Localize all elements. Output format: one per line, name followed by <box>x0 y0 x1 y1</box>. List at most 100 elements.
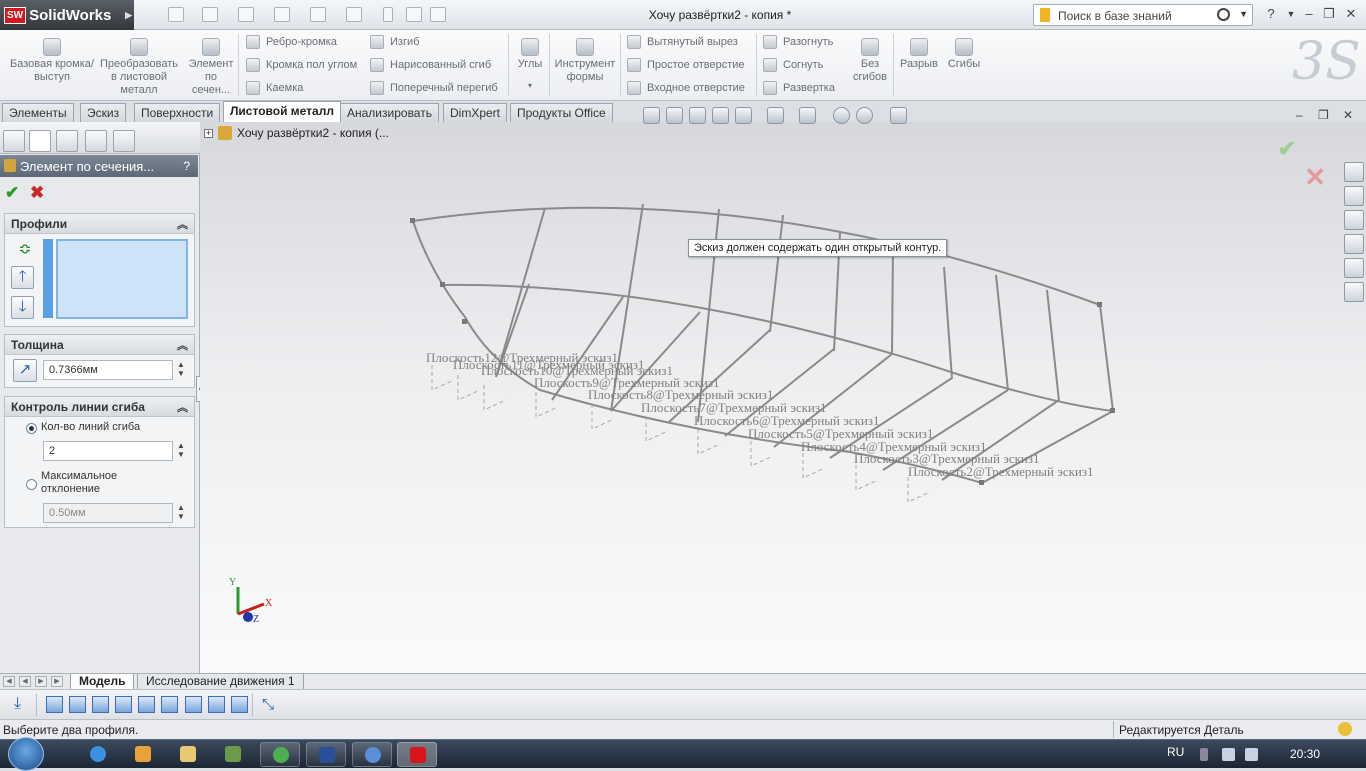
top-view-icon[interactable] <box>138 696 155 713</box>
solidworks-logo[interactable]: SW SolidWorks ▶ <box>0 0 134 30</box>
tab-dimxpert[interactable]: DimXpert <box>443 103 508 122</box>
language-indicator[interactable]: RU <box>1167 745 1184 759</box>
cross-break-button[interactable]: Поперечный перегиб <box>370 79 498 97</box>
previous-view-icon[interactable] <box>689 107 706 124</box>
solidworks-resources-icon[interactable] <box>1344 162 1364 182</box>
dimxpert-manager-tab-icon[interactable] <box>85 130 107 152</box>
plane-label[interactable]: Плоскость2@Трехмерный эскиз1 <box>908 464 1094 479</box>
flatten-button[interactable]: Развертка <box>763 79 835 97</box>
print-icon[interactable] <box>274 7 290 22</box>
cancel-button[interactable]: ✖ <box>30 183 44 203</box>
isometric-view-icon[interactable] <box>185 696 202 713</box>
simple-hole-button[interactable]: Простое отверстие <box>627 56 745 74</box>
miter-flange-button[interactable]: Кромка пол углом <box>246 56 357 74</box>
move-down-button[interactable]: 🡓 <box>11 296 34 319</box>
appearances-icon[interactable] <box>1344 258 1364 278</box>
bottom-view-icon[interactable] <box>161 696 178 713</box>
corners-dropdown-icon[interactable]: ▾ <box>513 79 547 92</box>
undo-icon[interactable] <box>310 7 326 22</box>
confirm-corner-ok-icon[interactable]: ✔ <box>1278 136 1296 162</box>
confirm-corner-cancel-icon[interactable]: ✕ <box>1304 162 1326 193</box>
sketch-point[interactable] <box>462 319 467 324</box>
sketch-point[interactable] <box>979 480 984 485</box>
file-properties-icon[interactable] <box>406 7 422 22</box>
sketch-point[interactable] <box>1097 302 1102 307</box>
thickness-input[interactable]: 0.7366мм <box>43 360 173 380</box>
tray-expand-icon[interactable] <box>1200 748 1208 761</box>
normal-to-icon[interactable]: ⤓ <box>14 695 32 715</box>
collapse-chevron-icon[interactable]: ︽ <box>177 337 188 353</box>
trimetric-view-icon[interactable] <box>208 696 225 713</box>
restore-button[interactable]: ❐ <box>1320 6 1338 22</box>
rebuild-status-icon[interactable] <box>1338 722 1352 736</box>
edit-appearance-icon[interactable] <box>833 107 850 124</box>
hide-show-items-icon[interactable] <box>799 107 816 124</box>
hem-button[interactable]: Каемка <box>246 79 303 97</box>
pm-help-button[interactable]: ? <box>183 159 190 173</box>
save-icon[interactable] <box>238 7 254 22</box>
prev-tab-icon[interactable]: ◀ <box>19 676 31 687</box>
minimize-button[interactable]: – <box>1300 6 1318 21</box>
model-canvas[interactable]: Плоскость12@Трехмерный эскиз1 Плоскость1… <box>200 122 1366 673</box>
lofted-bend-button[interactable]: Элемент по сечен... <box>186 38 236 97</box>
taskbar-explorer[interactable] <box>168 742 208 767</box>
thickness-header[interactable]: Толщина ︽ <box>5 335 194 355</box>
rebuild-icon[interactable] <box>383 7 393 22</box>
view-settings-icon[interactable] <box>890 107 907 124</box>
back-view-icon[interactable] <box>69 696 86 713</box>
configuration-manager-tab-icon[interactable] <box>56 130 78 152</box>
taskbar-media-player[interactable] <box>123 742 163 767</box>
tab-sketch[interactable]: Эскиз <box>80 103 127 122</box>
select-icon[interactable] <box>346 7 362 22</box>
tab-evaluate[interactable]: Анализировать <box>340 103 439 122</box>
thickness-spinner[interactable]: ▲ ▼ <box>175 360 187 380</box>
design-library-icon[interactable] <box>1344 186 1364 206</box>
view-palette-icon[interactable] <box>1344 234 1364 254</box>
section-view-icon[interactable] <box>712 107 729 124</box>
zoom-to-fit-icon[interactable] <box>643 107 660 124</box>
collapse-chevron-icon[interactable]: ︽ <box>177 216 188 232</box>
front-view-icon[interactable] <box>46 696 63 713</box>
move-up-button[interactable]: 🡑 <box>11 266 34 289</box>
display-style-icon[interactable] <box>767 107 784 124</box>
rip-button[interactable]: Разрыв <box>897 38 941 71</box>
forming-tool-button[interactable]: Инструмент формы <box>553 38 617 84</box>
no-bends-button[interactable]: Без сгибов <box>850 38 890 84</box>
collapse-chevron-icon[interactable]: ︽ <box>177 399 188 415</box>
property-manager-tab-icon[interactable] <box>29 130 51 152</box>
base-flange-button[interactable]: Базовая кромка/выступ <box>8 38 96 84</box>
network-icon[interactable] <box>1222 748 1235 761</box>
tab-model[interactable]: Модель <box>70 674 135 690</box>
viewport-close-button[interactable]: ✕ <box>1343 108 1353 122</box>
taskbar-solidworks[interactable] <box>397 742 437 767</box>
taskbar-app[interactable] <box>213 742 253 767</box>
help-button[interactable]: ? <box>1262 6 1280 21</box>
new-document-icon[interactable] <box>168 7 184 22</box>
right-view-icon[interactable] <box>115 696 132 713</box>
ok-button[interactable]: ✔ <box>5 183 19 203</box>
search-icon[interactable] <box>1217 8 1230 21</box>
corners-button[interactable]: Углы ▾ <box>513 38 547 92</box>
file-explorer-icon[interactable] <box>1344 210 1364 230</box>
display-manager-tab-icon[interactable] <box>113 130 135 152</box>
start-button[interactable] <box>8 737 44 771</box>
tab-surfaces[interactable]: Поверхности <box>134 103 221 122</box>
bend-line-control-header[interactable]: Контроль линии сгиба ︽ <box>5 397 194 417</box>
max-deviation-spinner[interactable]: ▲ ▼ <box>175 503 187 523</box>
view-selector-icon[interactable]: ⤡ <box>262 696 278 714</box>
bend-lines-count-spinner[interactable]: ▲ ▼ <box>175 441 187 461</box>
taskbar-save-app[interactable] <box>306 742 346 767</box>
left-view-icon[interactable] <box>92 696 109 713</box>
options-icon[interactable] <box>430 7 446 22</box>
bend-lines-count-input[interactable]: 2 <box>43 441 173 461</box>
graphics-area[interactable]: + Хочу развёртки2 - копия (... Плоскость… <box>200 122 1366 673</box>
dimetric-view-icon[interactable] <box>231 696 248 713</box>
open-document-icon[interactable] <box>202 7 218 22</box>
apply-scene-icon[interactable] <box>856 107 873 124</box>
jog-button[interactable]: Изгиб <box>370 33 419 51</box>
bend-lines-count-radio[interactable] <box>26 423 37 434</box>
last-tab-icon[interactable]: ▶ <box>51 676 63 687</box>
edge-flange-button[interactable]: Ребро-кромка <box>246 33 337 51</box>
volume-icon[interactable] <box>1245 748 1258 761</box>
zoom-to-area-icon[interactable] <box>666 107 683 124</box>
